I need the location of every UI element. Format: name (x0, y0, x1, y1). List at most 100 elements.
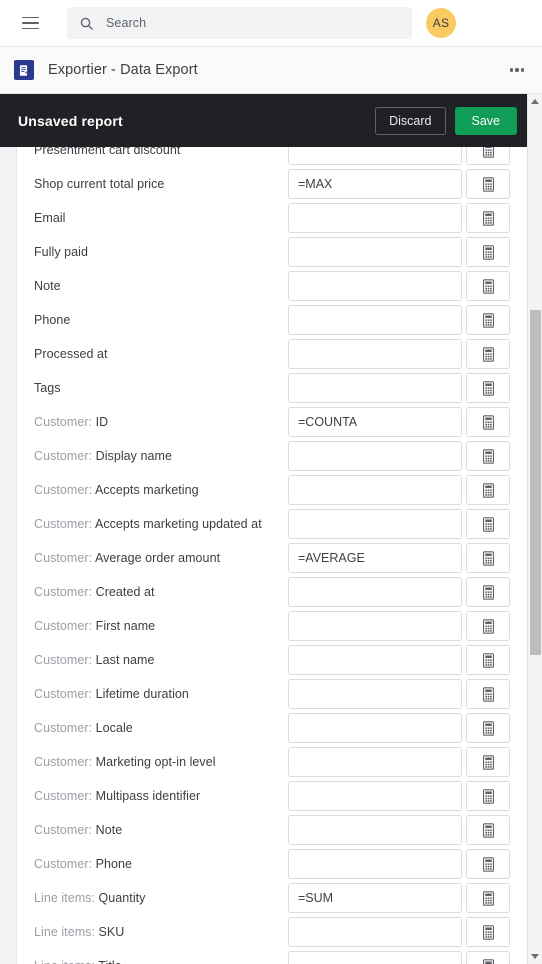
field-formula-input[interactable] (288, 509, 462, 539)
field-row: Customer: Lifetime duration (17, 677, 528, 711)
field-row: Line items: SKU (17, 915, 528, 949)
field-formula-input[interactable] (288, 339, 462, 369)
field-row: Line items: Title (17, 949, 528, 964)
field-formula-input[interactable] (288, 441, 462, 471)
calculator-icon-button[interactable] (466, 883, 510, 913)
field-formula-input[interactable] (288, 645, 462, 675)
avatar[interactable]: AS (426, 8, 456, 38)
discard-button[interactable]: Discard (375, 106, 446, 135)
calculator-icon-button[interactable] (466, 509, 510, 539)
field-row-name: Processed at (34, 347, 108, 361)
field-row-prefix: Line items: (34, 925, 99, 939)
field-row-label: Customer: Lifetime duration (34, 687, 288, 701)
field-formula-input[interactable] (288, 815, 462, 845)
field-row-label: Customer: Last name (34, 653, 288, 667)
calculator-icon-button[interactable] (466, 441, 510, 471)
calculator-icon-button[interactable] (466, 407, 510, 437)
calculator-icon-button[interactable] (466, 679, 510, 709)
field-formula-input[interactable] (288, 305, 462, 335)
calculator-icon-button[interactable] (466, 271, 510, 301)
field-formula-input[interactable] (288, 373, 462, 403)
field-formula-input[interactable] (288, 237, 462, 267)
calculator-icon-button[interactable] (466, 917, 510, 947)
field-row-label: Customer: Accepts marketing updated at (34, 517, 288, 531)
field-row-name: Shop current total price (34, 177, 165, 191)
field-row-name: Accepts marketing updated at (94, 517, 262, 531)
calculator-icon-button[interactable] (466, 543, 510, 573)
field-formula-input[interactable] (288, 611, 462, 641)
scroll-down-arrow-icon[interactable] (528, 949, 542, 964)
calculator-icon-button[interactable] (466, 169, 510, 199)
app-root: Search AS Exportier - Data Export Presen… (0, 0, 542, 964)
field-row-name: Note (95, 823, 123, 837)
field-row-prefix: Customer: (34, 585, 96, 599)
calculator-icon-button[interactable] (466, 951, 510, 964)
calculator-icon-button[interactable] (466, 373, 510, 403)
calculator-icon-button[interactable] (466, 611, 510, 641)
field-row-label: Tags (34, 381, 288, 395)
field-row-prefix: Line items: (34, 891, 99, 905)
calculator-icon-button[interactable] (466, 747, 510, 777)
more-options-icon[interactable] (504, 57, 530, 83)
field-row: Processed at (17, 337, 528, 371)
field-row-name: Display name (95, 449, 172, 463)
field-formula-input[interactable] (288, 543, 462, 573)
field-formula-input[interactable] (288, 169, 462, 199)
hamburger-menu-icon[interactable] (13, 6, 47, 40)
field-formula-input[interactable] (288, 713, 462, 743)
field-row-name: Phone (95, 857, 133, 871)
calculator-icon-button[interactable] (466, 203, 510, 233)
field-row-label: Customer: ID (34, 415, 288, 429)
field-formula-input[interactable] (288, 917, 462, 947)
field-formula-input[interactable] (288, 849, 462, 879)
calculator-icon-button[interactable] (466, 781, 510, 811)
field-row: Customer: Last name (17, 643, 528, 677)
search-input[interactable]: Search (67, 7, 412, 39)
field-formula-input[interactable] (288, 475, 462, 505)
calculator-icon-button[interactable] (466, 339, 510, 369)
field-row: Customer: Locale (17, 711, 528, 745)
field-formula-input[interactable] (288, 407, 462, 437)
save-button[interactable]: Save (454, 106, 517, 135)
field-row-name: Email (34, 211, 66, 225)
field-rows: Presentment cart discount Shop current to… (17, 94, 528, 964)
field-row-prefix: Customer: (34, 653, 96, 667)
field-row-label: Phone (34, 313, 288, 327)
field-row-name: Created at (95, 585, 155, 599)
unsaved-report-banner: Unsaved report Discard Save (0, 94, 529, 147)
field-formula-input[interactable] (288, 679, 462, 709)
field-row-label: Line items: Quantity (34, 891, 288, 905)
calculator-icon-button[interactable] (466, 475, 510, 505)
field-row-prefix: Customer: (34, 789, 96, 803)
field-row: Customer: Accepts marketing (17, 473, 528, 507)
calculator-icon-button[interactable] (466, 237, 510, 267)
browser-top-bar: Search AS (0, 0, 542, 47)
calculator-icon-button[interactable] (466, 713, 510, 743)
field-formula-input[interactable] (288, 577, 462, 607)
field-formula-input[interactable] (288, 747, 462, 777)
vertical-scrollbar[interactable] (527, 94, 542, 964)
field-row-prefix: Line items: (34, 959, 98, 964)
calculator-icon-button[interactable] (466, 305, 510, 335)
scroll-up-arrow-icon[interactable] (528, 94, 542, 109)
field-formula-input[interactable] (288, 883, 462, 913)
field-formula-input[interactable] (288, 271, 462, 301)
field-row: Customer: Phone (17, 847, 528, 881)
field-row-label: Line items: Title (34, 959, 288, 964)
calculator-icon-button[interactable] (466, 577, 510, 607)
calculator-icon-button[interactable] (466, 849, 510, 879)
field-row-label: Customer: Note (34, 823, 288, 837)
field-row-name: SKU (98, 925, 125, 939)
vertical-scroll-thumb[interactable] (530, 310, 541, 655)
field-row-name: Last name (95, 653, 155, 667)
calculator-icon-button[interactable] (466, 645, 510, 675)
field-formula-input[interactable] (288, 781, 462, 811)
search-icon (79, 16, 94, 31)
field-row-label: Note (34, 279, 288, 293)
field-row: Customer: Display name (17, 439, 528, 473)
field-formula-input[interactable] (288, 951, 462, 964)
field-formula-input[interactable] (288, 203, 462, 233)
calculator-icon-button[interactable] (466, 815, 510, 845)
field-row: Shop current total price (17, 167, 528, 201)
avatar-initials: AS (432, 16, 450, 30)
